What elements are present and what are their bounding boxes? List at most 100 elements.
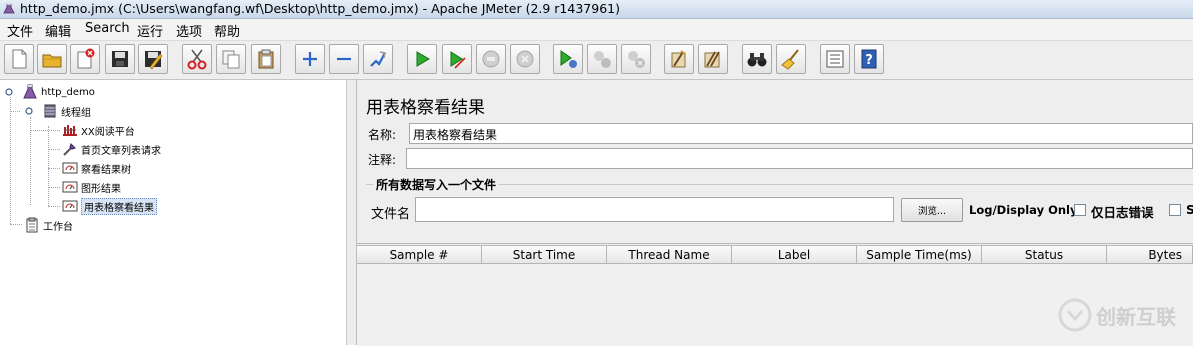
shutdown-button[interactable] [510,44,540,74]
successes-only-checkbox[interactable] [1169,204,1181,216]
toggle-button[interactable] [363,44,393,74]
comment-input[interactable] [406,148,1193,169]
tree-node-thread-group[interactable]: 线程组 [24,102,91,120]
remote-start-icon [560,50,577,68]
new-icon [12,49,27,69]
expand-icon [303,52,317,66]
binoculars-icon [747,53,767,67]
split-pane-divider[interactable] [347,80,357,345]
listener-meter-icon [62,200,78,212]
help-button[interactable]: ? [854,44,884,74]
toolbar: ? [0,41,1193,80]
reset-search-button[interactable] [776,44,806,74]
window-title: http_demo.jmx (C:\Users\wangfang.wf\Desk… [20,1,620,16]
tree-node-label: 图形结果 [81,183,121,195]
tree-node-config[interactable]: XX阅读平台 [62,121,135,139]
start-no-pause-button[interactable] [442,44,472,74]
test-plan-tree: http_demo 线程组 XX阅读平台 首页文章列表请求 察看结果树 图形结果… [0,80,347,345]
function-helper-button[interactable] [820,44,850,74]
menu-help[interactable]: 帮助 [212,21,242,40]
search-button[interactable] [742,44,772,74]
watermark-logo-icon [1058,298,1092,332]
open-icon [42,54,62,68]
spool-icon [44,104,56,118]
group-title: 所有数据写入一个文件 [373,176,500,193]
tree-node-workbench[interactable]: 工作台 [24,216,73,234]
paste-icon [258,49,274,69]
menu-search[interactable]: Search [83,21,132,36]
remote-shutdown-icon [628,51,645,68]
menu-edit[interactable]: 编辑 [43,21,73,40]
save-icon [112,51,128,67]
menu-file[interactable]: 文件 [5,21,35,40]
new-button[interactable] [4,44,34,74]
watermark: 创新互联 [1058,298,1176,332]
tree-guide-line [48,187,60,188]
copy-button[interactable] [216,44,246,74]
column-header[interactable]: Status [982,245,1107,264]
start-button[interactable] [407,44,437,74]
column-header[interactable]: Sample # [357,245,482,264]
column-header[interactable]: Thread Name [607,245,732,264]
shutdown-icon [516,50,534,68]
jmeter-app-icon [3,3,15,14]
save-as-button[interactable] [138,44,168,74]
pipette-icon [63,143,76,156]
column-header[interactable]: Sample Time(ms) [857,245,982,264]
clear-icon [671,50,686,68]
listener-meter-icon [62,162,78,174]
column-header[interactable]: Bytes [1107,245,1193,264]
panel-title: 用表格察看结果 [366,98,485,118]
errors-only-checkbox[interactable] [1074,204,1086,216]
stop-button[interactable] [476,44,506,74]
clear-all-button[interactable] [698,44,728,74]
save-button[interactable] [105,44,135,74]
successes-only-label: S [1186,202,1193,217]
menu-options[interactable]: 选项 [174,21,204,40]
tree-node-label: 察看结果树 [81,164,131,176]
close-file-icon [77,48,95,69]
watermark-text: 创新互联 [1096,304,1176,329]
errors-only-label: 仅日志错误 [1091,205,1154,220]
toggle-icon [370,51,386,67]
tree-node-listener[interactable]: 察看结果树 [62,159,131,177]
start-icon [416,51,430,67]
cut-button[interactable] [182,44,212,74]
svg-text:?: ? [865,53,873,68]
remote-shutdown-button[interactable] [621,44,651,74]
config-element-icon [63,125,77,136]
remote-stop-button[interactable] [587,44,617,74]
menu-run[interactable]: 运行 [135,21,165,40]
listener-meter-icon [62,181,78,193]
stop-icon [482,50,500,68]
tree-node-listener-selected[interactable]: 用表格察看结果 [62,197,157,215]
name-input[interactable]: 用表格察看结果 [409,123,1193,144]
start-no-pause-icon [450,51,466,69]
tree-node-listener[interactable]: 图形结果 [62,178,121,196]
tree-guide-line [10,224,22,225]
expand-button[interactable] [295,44,325,74]
tree-guide-line [10,97,11,224]
title-bar: http_demo.jmx (C:\Users\wangfang.wf\Desk… [0,0,1193,19]
log-display-label: Log/Display Only: [969,203,1083,217]
tree-node-label: 首页文章列表请求 [81,145,161,157]
remote-start-button[interactable] [553,44,583,74]
close-button[interactable] [70,44,100,74]
column-header[interactable]: Label [732,245,857,264]
clipboard-icon [26,217,38,233]
menu-bar: 文件 编辑 Search 运行 选项 帮助 [0,19,1193,41]
copy-icon [222,50,240,69]
open-button[interactable] [37,44,67,74]
column-header[interactable]: Start Time [482,245,607,264]
paste-button[interactable] [251,44,281,74]
name-label: 名称: [368,128,397,142]
filename-label: 文件名 [371,207,411,222]
collapse-button[interactable] [329,44,359,74]
browse-button[interactable]: 浏览... [901,198,963,222]
tree-guide-line [48,126,49,206]
tree-node-test-plan[interactable]: http_demo [4,83,95,101]
tree-node-label: 用表格察看结果 [81,197,157,215]
clear-button[interactable] [664,44,694,74]
filename-input[interactable] [415,197,894,222]
tree-node-http-sampler[interactable]: 首页文章列表请求 [62,140,161,158]
